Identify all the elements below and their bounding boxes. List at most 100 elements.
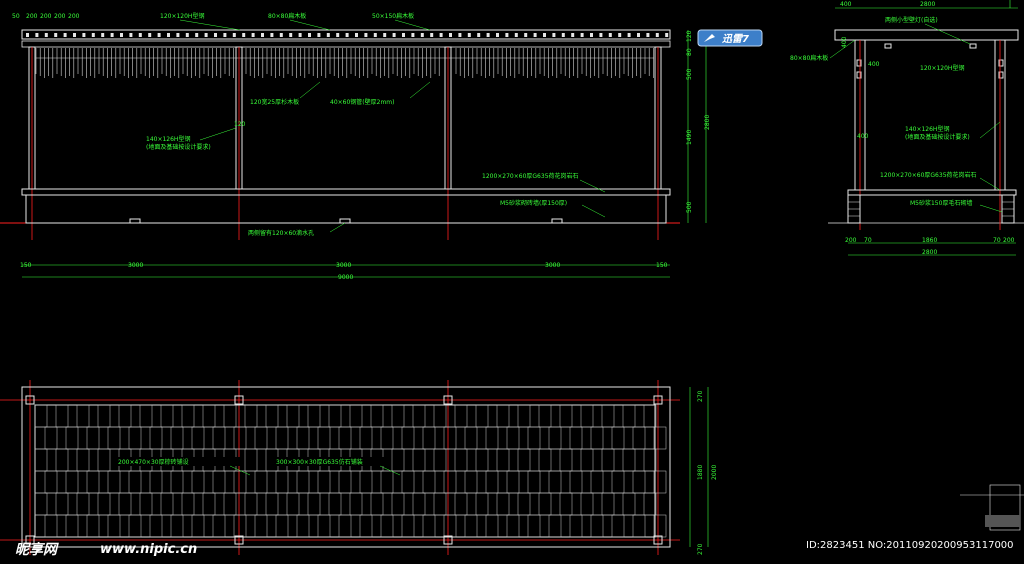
paving-brick [653, 426, 667, 450]
main-beam [21, 40, 671, 48]
plan-dim-1880: 1880 [697, 465, 704, 480]
paving-brick [191, 426, 205, 450]
watermark-url: www.nipic.cn [100, 542, 197, 557]
paving-brick [191, 514, 205, 538]
rafter-end [571, 33, 575, 37]
paving-brick [107, 514, 121, 538]
rafter-end [383, 33, 387, 37]
paving-brick [485, 426, 499, 450]
paving-brick [590, 514, 604, 538]
paving-brick [86, 514, 100, 538]
paving-brick [559, 448, 573, 472]
rafter-end [655, 33, 659, 37]
leader-line [299, 81, 321, 99]
paving-brick [328, 492, 342, 516]
paving-brick [160, 404, 174, 428]
rafter-end [665, 33, 669, 37]
dim-1490: 1490 [686, 130, 693, 145]
dim-120: 120 [686, 30, 693, 42]
leader-line [979, 204, 1003, 213]
paving-brick [391, 448, 405, 472]
bench-slab [21, 188, 671, 196]
callout-foundation-note: (地面及基础按设计要求) [146, 143, 211, 151]
leader-line [581, 204, 606, 218]
side-callout-post: 140×126H型钢 [905, 125, 949, 133]
callout-brick-wall: M5砂浆砌砖墙(厚150厚) [500, 199, 567, 207]
rafter-end [373, 33, 377, 37]
paving-brick [233, 426, 247, 450]
rafter-end [486, 33, 490, 37]
paving-brick [296, 514, 310, 538]
paving-brick [86, 470, 100, 494]
front-elevation: 120×120H型钢 80×80扁木板 50×150扁木板 50 200 200… [0, 12, 711, 281]
dim-total-9000: 9000 [338, 274, 353, 281]
callout-drain-hole: 两侧留有120×60滴水孔 [248, 229, 314, 237]
callout-80-board: 80×80扁木板 [268, 12, 306, 20]
rafter-end [157, 33, 161, 37]
paving-brick [506, 514, 520, 538]
rafter-end [44, 33, 48, 37]
paving-brick [622, 492, 636, 516]
paving-brick [611, 470, 625, 494]
paving-brick [538, 448, 552, 472]
paving-brick [107, 426, 121, 450]
side-dim-2800: 2800 [922, 249, 937, 256]
dim-bottom-3000a: 3000 [128, 262, 143, 269]
paving-brick [202, 492, 216, 516]
paving-brick [506, 470, 520, 494]
paving-brick [97, 492, 111, 516]
side-callout-stone-wall: M5砂浆150厚毛石砌墙 [910, 199, 972, 207]
rafter-end [467, 33, 471, 37]
paving-brick [233, 514, 247, 538]
drain-hole-2 [339, 218, 351, 224]
rafter-end [355, 33, 358, 37]
rafter-end [308, 33, 311, 37]
plan-callout-stone: 300×300×30厚G635仿石铺装 [276, 458, 363, 466]
paving-brick [632, 470, 646, 494]
paving-brick [55, 448, 69, 472]
paving-brick [76, 492, 90, 516]
paving-brick [643, 404, 657, 428]
rafter-end [543, 33, 546, 37]
paving-brick [391, 492, 405, 516]
paving-brick [349, 404, 363, 428]
paving-brick [65, 514, 79, 538]
paving-brick [454, 404, 468, 428]
rafter-end [420, 33, 424, 37]
paving-brick [517, 492, 531, 516]
paving-brick [422, 470, 436, 494]
paving-brick [128, 514, 142, 538]
paving-brick [118, 404, 132, 428]
paving-brick [412, 448, 426, 472]
paving-brick [55, 404, 69, 428]
callout-granite-slab: 1200×270×60厚G635荷花岗岩石 [482, 172, 579, 180]
paving-brick [307, 492, 321, 516]
paving-brick [443, 426, 457, 450]
paving-brick [212, 470, 226, 494]
rafter-end [204, 33, 208, 37]
dim-2800: 2800 [704, 115, 711, 130]
paving-brick [454, 492, 468, 516]
paving-brick [559, 492, 573, 516]
rafter-end [279, 33, 283, 37]
paving-brick [244, 448, 258, 472]
paving-brick [338, 426, 352, 450]
rafter-end [185, 33, 189, 37]
paving-brick [611, 426, 625, 450]
paving-brick [401, 514, 415, 538]
rafter-end [524, 33, 528, 37]
leader-line [979, 177, 1001, 191]
paving-brick [76, 448, 90, 472]
rafter-end [120, 33, 123, 37]
paving-brick [485, 470, 499, 494]
paving-brick [296, 470, 310, 494]
paving-brick [569, 514, 583, 538]
leader-line [199, 127, 237, 141]
rafter-end [242, 33, 246, 37]
paving-brick [34, 448, 48, 472]
dim-500-top: 500 [686, 68, 693, 80]
paving-brick [317, 426, 331, 450]
download-badge[interactable]: 迅雷7 [697, 29, 763, 47]
paving-brick [590, 470, 604, 494]
paving-brick [475, 404, 489, 428]
